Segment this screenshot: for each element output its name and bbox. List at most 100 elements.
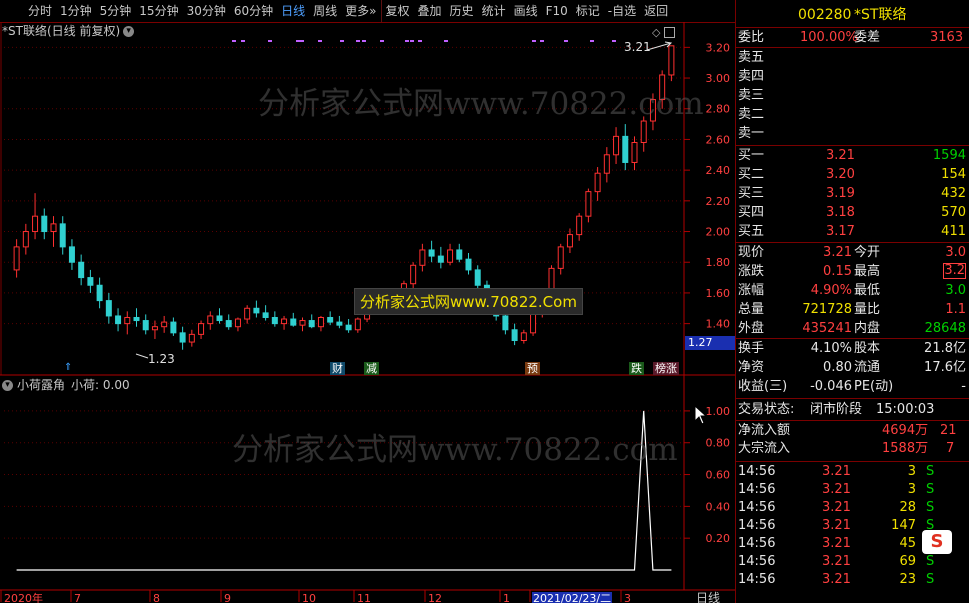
indicator-title-bar[interactable]: ▾ 小荷露角 小荷: 0.00 <box>2 377 130 393</box>
signal-dot <box>410 40 414 42</box>
candle-body[interactable] <box>124 316 131 325</box>
candle-body[interactable] <box>437 255 444 263</box>
toolbar-item-13[interactable]: 画线 <box>510 0 542 22</box>
event-marker-arrow-icon[interactable]: ⇑ <box>64 362 72 373</box>
candle-body[interactable] <box>216 315 223 322</box>
toolbar-item-3[interactable]: 15分钟 <box>135 0 182 22</box>
candle-body[interactable] <box>308 320 315 328</box>
toolbar-item-0[interactable]: 分时 <box>0 0 56 22</box>
candle-body[interactable] <box>447 249 454 263</box>
candle-body[interactable] <box>271 316 278 325</box>
candle-body[interactable] <box>225 320 232 328</box>
kline-title-bar[interactable]: *ST联络(日线 前复权) ▾ <box>2 23 135 39</box>
time-axis[interactable]: 2020年 7 8 9 10 11 12 1 2021/02/23/二 3 日线 <box>0 590 720 603</box>
candle-body[interactable] <box>115 315 122 325</box>
sell-row: 卖四 <box>736 68 969 86</box>
toolbar-item-11[interactable]: 历史 <box>446 0 478 22</box>
price-tick-label: 3.00 <box>706 72 731 85</box>
candle-body[interactable] <box>41 215 48 233</box>
event-marker-forecast[interactable]: 预 <box>525 362 540 375</box>
chevron-down-icon[interactable]: ▾ <box>123 25 135 37</box>
event-marker-reduce[interactable]: 减 <box>364 362 379 375</box>
candle-body[interactable] <box>640 120 647 144</box>
candle-body[interactable] <box>207 315 214 325</box>
candle-body[interactable] <box>428 249 435 257</box>
candle-body[interactable] <box>253 307 260 314</box>
toolbar-item-10[interactable]: 叠加 <box>414 0 446 22</box>
candle-body[interactable] <box>419 249 426 266</box>
toolbar-item-15[interactable]: 标记 <box>572 0 604 22</box>
candle-body[interactable] <box>188 333 195 343</box>
chevron-down-icon[interactable]: ▾ <box>2 379 13 391</box>
candle-body[interactable] <box>151 326 158 331</box>
candle-body[interactable] <box>354 318 361 331</box>
toolbar-item-1[interactable]: 1分钟 <box>56 0 96 22</box>
candle-body[interactable] <box>87 277 94 286</box>
candle-body[interactable] <box>234 318 241 328</box>
candle-body[interactable] <box>281 318 288 325</box>
toolbar-item-5[interactable]: 60分钟 <box>230 0 277 22</box>
input-method-icon[interactable]: S <box>922 530 952 554</box>
maximize-icon[interactable] <box>664 27 675 38</box>
candle-body[interactable] <box>520 332 527 342</box>
candle-body[interactable] <box>530 313 537 334</box>
candle-body[interactable] <box>13 246 20 271</box>
candle-body[interactable] <box>244 307 251 320</box>
candle-body[interactable] <box>603 154 610 174</box>
toolbar-item-7[interactable]: 周线 <box>309 0 341 22</box>
candle-body[interactable] <box>78 261 85 279</box>
candle-body[interactable] <box>161 321 168 328</box>
candle-body[interactable] <box>474 269 481 286</box>
candle-body[interactable] <box>327 316 334 323</box>
candle-body[interactable] <box>133 316 140 322</box>
toolbar-item-14[interactable]: F10 <box>542 0 572 22</box>
event-marker-drop[interactable]: 跌 <box>629 362 644 375</box>
toolbar-item-6[interactable]: 日线 <box>277 0 309 22</box>
candle-body[interactable] <box>262 312 269 318</box>
candle-body[interactable] <box>410 264 417 285</box>
candle-body[interactable] <box>336 321 343 326</box>
candle-body[interactable] <box>345 324 352 331</box>
candle-body[interactable] <box>179 332 186 343</box>
candle-body[interactable] <box>585 191 592 217</box>
candle-body[interactable] <box>317 316 324 328</box>
toolbar-item-8[interactable]: 更多» <box>341 0 380 22</box>
mouse-cursor-icon <box>694 405 708 425</box>
candle-body[interactable] <box>68 246 75 263</box>
toolbar-item-9[interactable]: 复权 <box>380 0 414 22</box>
candle-body[interactable] <box>198 323 205 335</box>
candle-body[interactable] <box>465 258 472 271</box>
candle-body[interactable] <box>456 249 463 260</box>
event-marker-finance[interactable]: 财 <box>330 362 345 375</box>
candle-body[interactable] <box>622 135 629 163</box>
toolbar-item-12[interactable]: 统计 <box>478 0 510 22</box>
candle-body[interactable] <box>22 231 29 248</box>
candle-body[interactable] <box>105 300 112 317</box>
candle-body[interactable] <box>511 329 518 342</box>
candle-body[interactable] <box>59 223 66 248</box>
candle-body[interactable] <box>290 318 297 326</box>
buy-level-label: 买一 <box>738 148 765 163</box>
event-marker-ranking[interactable]: 榜涨 <box>653 362 679 375</box>
signal-dot <box>268 40 272 42</box>
candle-body[interactable] <box>566 234 573 248</box>
candle-body[interactable] <box>50 223 57 233</box>
candle-body[interactable] <box>557 246 564 269</box>
candle-body[interactable] <box>502 315 509 331</box>
toolbar-item-17[interactable]: 返回 <box>640 0 672 22</box>
toolbar-item-4[interactable]: 30分钟 <box>183 0 230 22</box>
candle-body[interactable] <box>142 320 149 331</box>
toolbar-item-16[interactable]: -自选 <box>604 0 640 22</box>
diamond-icon[interactable]: ◇ <box>652 26 660 39</box>
candle-body[interactable] <box>576 215 583 236</box>
candle-body[interactable] <box>594 172 601 193</box>
period-label[interactable]: 日线 <box>696 591 720 603</box>
buy-volume: 570 <box>941 205 966 220</box>
toolbar-item-2[interactable]: 5分钟 <box>96 0 136 22</box>
candle-body[interactable] <box>631 142 638 163</box>
candle-body[interactable] <box>613 135 620 156</box>
candle-body[interactable] <box>96 284 103 302</box>
candle-body[interactable] <box>32 215 39 233</box>
candle-body[interactable] <box>299 320 306 326</box>
candle-body[interactable] <box>170 321 177 334</box>
